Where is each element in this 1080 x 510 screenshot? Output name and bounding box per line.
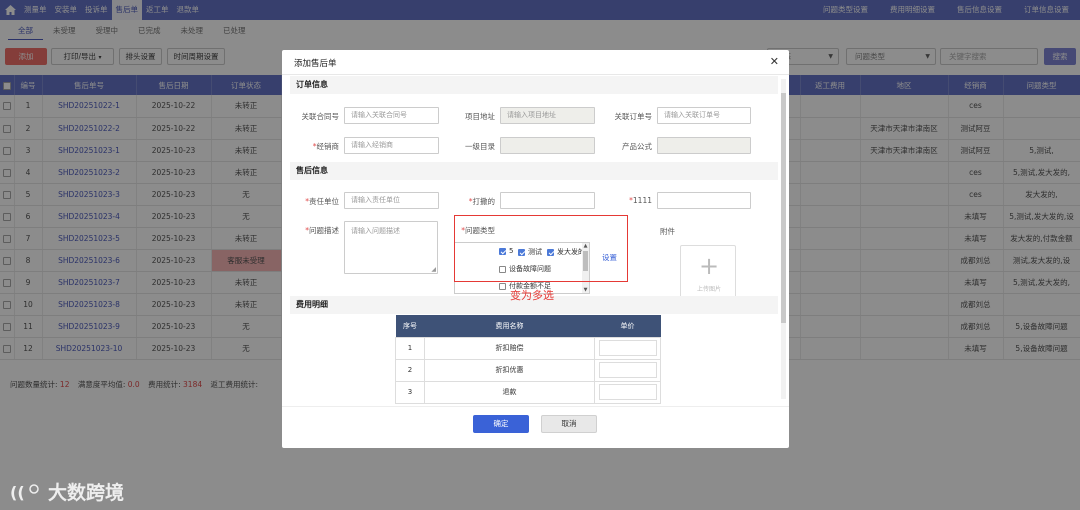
price-input[interactable] xyxy=(598,340,657,356)
fee-col-price: 单价 xyxy=(594,315,661,337)
annotation-note: 变为多选 xyxy=(510,289,554,302)
upload-image-button[interactable]: + 上传图片 xyxy=(680,245,736,301)
fee-row-no: 1 xyxy=(395,336,425,360)
fee-row-no: 2 xyxy=(395,358,425,382)
annotation-highlight-box xyxy=(454,215,628,282)
contract-label: 关联合同号 xyxy=(301,112,340,121)
field-1111-input[interactable] xyxy=(657,192,751,209)
fee-row: 3 退款 xyxy=(395,380,661,404)
contract-input[interactable]: 请输入关联合同号 xyxy=(344,107,439,124)
order-no-label: 关联订单号 xyxy=(614,112,653,121)
watermark-text: 大数跨境 xyxy=(48,482,125,504)
fee-row-no: 3 xyxy=(395,380,425,404)
scroll-down-icon[interactable]: ▼ xyxy=(582,287,589,293)
formula-label: 产品公式 xyxy=(622,142,652,151)
price-input[interactable] xyxy=(598,362,657,378)
fee-row-name: 折扣优惠 xyxy=(424,358,595,382)
modal-scrollbar[interactable] xyxy=(781,79,786,399)
field-1111-label-text: 1111 xyxy=(632,196,652,205)
catalog-input[interactable] xyxy=(500,137,595,154)
fee-col-name: 费用名称 xyxy=(424,315,595,337)
fee-row-name: 折扣赔偿 xyxy=(424,336,595,360)
desc-label: *问题描述 xyxy=(305,226,339,235)
modal-title: 添加售后单 xyxy=(294,59,337,69)
aftersale-info-section-title: 售后信息 xyxy=(290,162,778,180)
fee-col-no: 序号 xyxy=(395,315,425,337)
hit-label: *打撒的 xyxy=(468,197,496,206)
project-address-label: 项目地址 xyxy=(465,112,495,121)
price-input[interactable] xyxy=(598,384,657,400)
resp-unit-label-text: 责任单位 xyxy=(309,197,339,206)
modal-header: 添加售后单 ✕ xyxy=(282,50,789,75)
plus-icon: + xyxy=(699,252,720,280)
fee-row-price xyxy=(594,358,661,382)
fee-row: 1 折扣赔偿 xyxy=(395,336,661,360)
desc-textarea[interactable]: 请输入问题描述 ◢ xyxy=(344,221,438,274)
attachment-label: 附件 xyxy=(660,227,675,236)
upload-caption: 上传图片 xyxy=(696,286,721,293)
project-address-input[interactable]: 请输入项目地址 xyxy=(500,107,595,124)
resp-unit-label: *责任单位 xyxy=(305,197,339,206)
order-info-section-title: 订单信息 xyxy=(290,76,778,94)
svg-text:((: (( xyxy=(10,483,25,502)
fee-row-price xyxy=(594,380,661,404)
dealer-label: *经销商 xyxy=(312,142,340,151)
order-no-input[interactable]: 请输入关联订单号 xyxy=(657,107,751,124)
modal-footer: 确定 取消 xyxy=(282,406,789,448)
close-icon[interactable]: ✕ xyxy=(770,55,779,68)
desc-label-text: 问题描述 xyxy=(309,226,339,235)
dealer-label-text: 经销商 xyxy=(316,142,340,151)
hit-label-text: 打撒的 xyxy=(472,197,496,206)
fee-table-body: 1 折扣赔偿 2 折扣优惠 3 退款 xyxy=(395,336,661,404)
fee-row-price xyxy=(594,336,661,360)
watermark-logo: (( 大数跨境 xyxy=(10,478,124,505)
fee-detail-table: 序号 费用名称 单价 1 折扣赔偿 2 折扣优惠 3 退款 xyxy=(395,315,661,404)
resize-handle-icon[interactable]: ◢ xyxy=(431,266,436,273)
watermark-icon: (( xyxy=(10,483,39,502)
hit-input[interactable] xyxy=(500,192,595,209)
confirm-button[interactable]: 确定 xyxy=(473,415,529,433)
dealer-input[interactable]: 请输入经销商 xyxy=(344,137,439,154)
fee-row: 2 折扣优惠 xyxy=(395,358,661,382)
fee-row-name: 退款 xyxy=(424,380,595,404)
desc-placeholder: 请输入问题描述 xyxy=(351,227,400,235)
field-1111-label: *1111 xyxy=(629,196,652,205)
cancel-button[interactable]: 取消 xyxy=(541,415,597,433)
catalog-label: 一级目录 xyxy=(465,142,495,151)
resp-unit-input[interactable]: 请输入责任单位 xyxy=(344,192,439,209)
modal-scroll-thumb[interactable] xyxy=(781,93,786,323)
checkbox-icon[interactable] xyxy=(499,282,506,290)
formula-input[interactable] xyxy=(657,137,751,154)
